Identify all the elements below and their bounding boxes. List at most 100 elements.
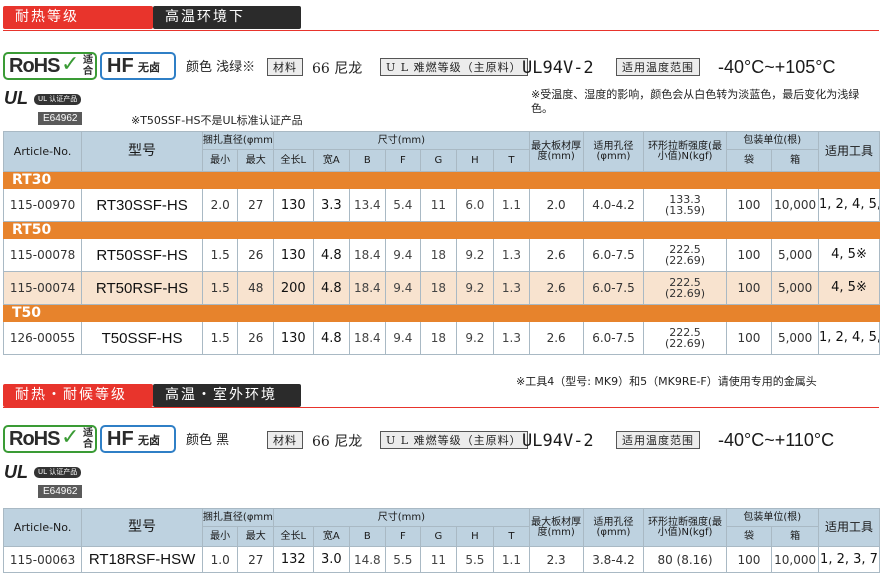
section1-temp-label: 适用温度范围 bbox=[616, 58, 700, 76]
section2-temp-label: 适用温度范围 bbox=[616, 431, 700, 449]
tensile-cell: 222.5 (22.69) bbox=[643, 271, 727, 305]
dim-t-cell: 1.1 bbox=[493, 188, 530, 222]
dim-b-cell: 13.4 bbox=[349, 188, 386, 222]
group-header-row: T50 bbox=[3, 304, 880, 322]
table-row: 126-00055 T50SSF-HS 1.5 26 130 4.8 18.4 9.4 18 9.… bbox=[2, 321, 881, 355]
dim-g-cell: 18 bbox=[420, 238, 457, 272]
plate-cell: 2.3 bbox=[528, 546, 584, 573]
header-dim-a: 宽A bbox=[312, 526, 351, 547]
header-bundle: 捆扎直径(φmm) bbox=[201, 131, 274, 150]
dim-f-cell: 5.5 bbox=[384, 546, 422, 573]
check-icon: ✓ bbox=[61, 52, 80, 77]
header-pack: 包装单位(根) bbox=[725, 508, 819, 527]
bundle-max-cell: 27 bbox=[237, 188, 274, 222]
dim-b-cell: 18.4 bbox=[349, 238, 386, 272]
group-name: RT50 bbox=[3, 221, 880, 239]
header-tensile: 环形拉断强度(最小值)N(kgf) bbox=[643, 508, 727, 547]
header-model: 型号 bbox=[81, 131, 203, 172]
table-row: 115-00970 RT30SSF-HS 2.0 27 130 3.3 13.4 5.4 11 6… bbox=[2, 188, 881, 222]
dim-g-cell: 18 bbox=[420, 271, 457, 305]
dim-h-cell: 9.2 bbox=[455, 321, 495, 355]
dim-g-cell: 11 bbox=[420, 188, 457, 222]
dim-g-cell: 11 bbox=[420, 546, 457, 573]
section1-cert-number: E64962 bbox=[38, 112, 83, 125]
dim-a-cell: 4.8 bbox=[312, 271, 351, 305]
section1-color: 颜色 浅绿※ bbox=[186, 60, 256, 75]
section1-color-note: ※受温度、湿度的影响，颜色会从白色转为淡蓝色，最后变化为浅绿色。 bbox=[531, 88, 860, 115]
tool-cell: 4, 5※ bbox=[817, 271, 881, 305]
header-pack-bag: 袋 bbox=[725, 149, 773, 172]
section1-spec-table: Article-No. 型号 捆扎直径(φmm) 尺寸(mm) 最大板材厚度(m… bbox=[2, 131, 881, 355]
bundle-max-cell: 26 bbox=[237, 321, 274, 355]
section2-cert-number: E64962 bbox=[38, 485, 83, 498]
pack-bag-cell: 100 bbox=[725, 238, 773, 272]
bundle-min-cell: 1.0 bbox=[201, 546, 239, 573]
hole-cell: 6.0-7.5 bbox=[582, 271, 645, 305]
bundle-min-cell: 2.0 bbox=[201, 188, 239, 222]
section2-spec-table: Article-No. 型号 捆扎直径(φmm) 尺寸(mm) 最大板材厚度(m… bbox=[2, 508, 881, 573]
table-row: 115-00074 RT50RSF-HS 1.5 48 200 4.8 18.4 9.4 18 9… bbox=[2, 271, 881, 305]
model-cell: RT50SSF-HS bbox=[81, 238, 203, 272]
plate-cell: 2.6 bbox=[528, 238, 584, 272]
dim-b-cell: 18.4 bbox=[349, 271, 386, 305]
header-bundle: 捆扎直径(φmm) bbox=[201, 508, 274, 527]
header-dim-l: 全长L bbox=[272, 526, 314, 547]
article-number-cell: 115-00063 bbox=[2, 546, 83, 573]
tensile-kgf: (22.69) bbox=[664, 337, 706, 350]
pack-box-cell: 5,000 bbox=[771, 271, 819, 305]
section2-color: 颜色 黑 bbox=[186, 433, 230, 448]
header-bundle-min: 最小 bbox=[201, 149, 239, 172]
section1-rohs-badge: RoHS ✓ 适合 bbox=[3, 52, 97, 80]
ul-logo-icon: UL bbox=[4, 88, 28, 108]
header-pack-bag: 袋 bbox=[725, 526, 773, 547]
section1-divider bbox=[3, 30, 879, 31]
bundle-max-cell: 26 bbox=[237, 238, 274, 272]
dim-b-cell: 14.8 bbox=[349, 546, 386, 573]
model-cell: RT30SSF-HS bbox=[81, 188, 203, 222]
header-tensile: 环形拉断强度(最小值)N(kgf) bbox=[643, 131, 727, 172]
article-number-cell: 115-00078 bbox=[2, 238, 83, 272]
pack-box-cell: 5,000 bbox=[771, 238, 819, 272]
header-tool: 适用工具 bbox=[817, 508, 881, 547]
pack-bag-cell: 100 bbox=[725, 271, 773, 305]
header-dim-h: H bbox=[455, 149, 495, 172]
tensile-cell: 222.5 (22.69) bbox=[643, 321, 727, 355]
header-dimension: 尺寸(mm) bbox=[272, 508, 530, 527]
header-dim-f: F bbox=[384, 526, 422, 547]
dim-l-cell: 130 bbox=[272, 238, 314, 272]
pack-bag-cell: 100 bbox=[725, 546, 773, 573]
header-dim-g: G bbox=[420, 526, 457, 547]
dim-f-cell: 9.4 bbox=[384, 238, 422, 272]
pack-box-cell: 10,000 bbox=[771, 546, 819, 573]
model-cell: T50SSF-HS bbox=[81, 321, 203, 355]
dim-f-cell: 5.4 bbox=[384, 188, 422, 222]
dim-h-cell: 6.0 bbox=[455, 188, 495, 222]
dim-l-cell: 130 bbox=[272, 321, 314, 355]
section2-divider bbox=[3, 407, 879, 408]
article-number-cell: 115-00970 bbox=[2, 188, 83, 222]
table-row: 115-00063 RT18RSF-HSW 1.0 27 132 3.0 14.8 5.5 11… bbox=[2, 546, 881, 573]
pack-box-cell: 10,000 bbox=[771, 188, 819, 222]
dim-l-cell: 130 bbox=[272, 188, 314, 222]
plate-cell: 2.0 bbox=[528, 188, 584, 222]
model-cell: RT18RSF-HSW bbox=[81, 546, 203, 573]
header-dim-h: H bbox=[455, 526, 495, 547]
section2-material-value: 66 尼龙 bbox=[312, 434, 363, 450]
header-plate: 最大板材厚度(mm) bbox=[528, 131, 584, 172]
pack-bag-cell: 100 bbox=[725, 321, 773, 355]
tool-cell: 1, 2, 3, 7 bbox=[817, 546, 881, 573]
header-dim-b: B bbox=[349, 149, 386, 172]
header-article: Article-No. bbox=[2, 131, 83, 172]
dim-b-cell: 18.4 bbox=[349, 321, 386, 355]
plate-cell: 2.6 bbox=[528, 271, 584, 305]
tensile-kgf: (13.59) bbox=[664, 204, 706, 217]
dim-g-cell: 18 bbox=[420, 321, 457, 355]
section2-ul-value: UL94V-2 bbox=[522, 431, 594, 451]
tensile-cell: 80 (8.16) bbox=[643, 546, 727, 573]
header-dim-a: 宽A bbox=[312, 149, 351, 172]
bundle-max-cell: 27 bbox=[237, 546, 274, 573]
section2-environment-tag: 高温・室外环境下 bbox=[153, 384, 301, 426]
header-pack: 包装单位(根) bbox=[725, 131, 819, 150]
section1-ul-cert-badge: UL 认证产品 bbox=[34, 94, 82, 105]
section2-hf-badge: HF 无卤 bbox=[100, 425, 176, 453]
